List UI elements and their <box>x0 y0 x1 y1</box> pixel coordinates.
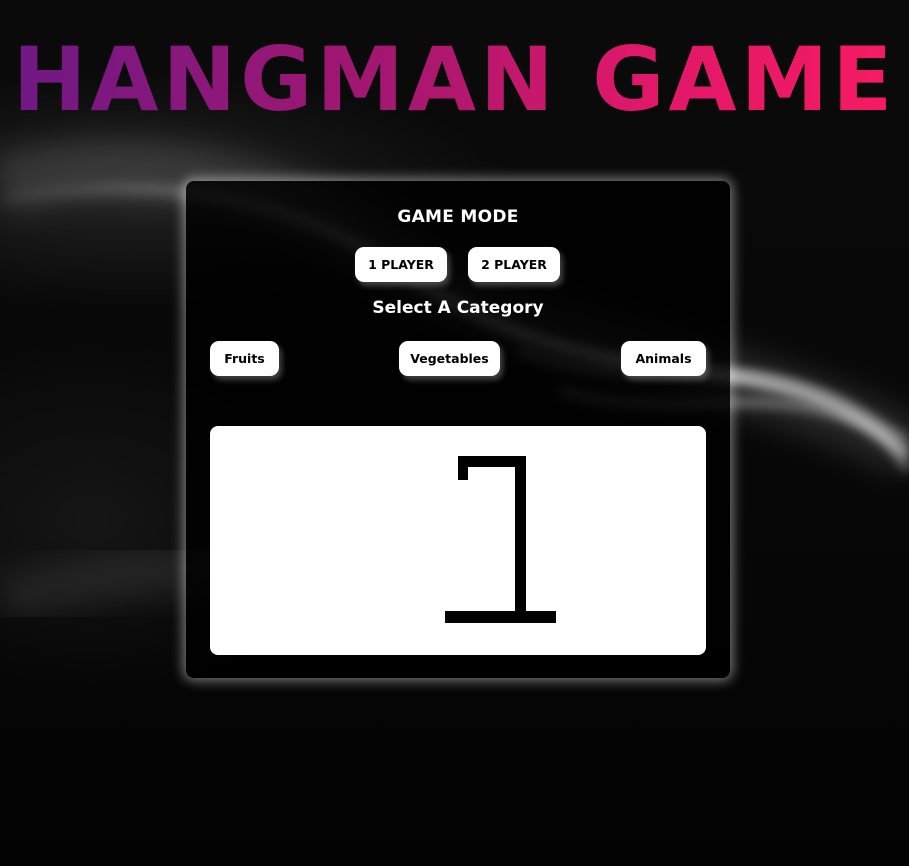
game-page: HANGMAN GAME GAME MODE 1 PLAYER 2 PLAYER… <box>0 0 909 866</box>
gallows-post <box>515 456 526 616</box>
category-heading: Select A Category <box>372 298 544 318</box>
category-vegetables-button[interactable]: Vegetables <box>399 341 500 376</box>
two-player-button[interactable]: 2 PLAYER <box>468 247 560 282</box>
page-title: HANGMAN GAME <box>0 30 909 130</box>
category-animals-button[interactable]: Animals <box>621 341 706 376</box>
game-panel: GAME MODE 1 PLAYER 2 PLAYER Select A Cat… <box>186 181 730 678</box>
gallows-base <box>445 611 556 623</box>
one-player-button[interactable]: 1 PLAYER <box>355 247 447 282</box>
hangman-board <box>210 426 706 655</box>
category-fruits-button[interactable]: Fruits <box>210 341 279 376</box>
gallows-rope <box>458 456 468 480</box>
gallows-beam <box>458 456 526 467</box>
gallows-icon <box>445 456 556 623</box>
game-mode-heading: GAME MODE <box>397 207 519 227</box>
